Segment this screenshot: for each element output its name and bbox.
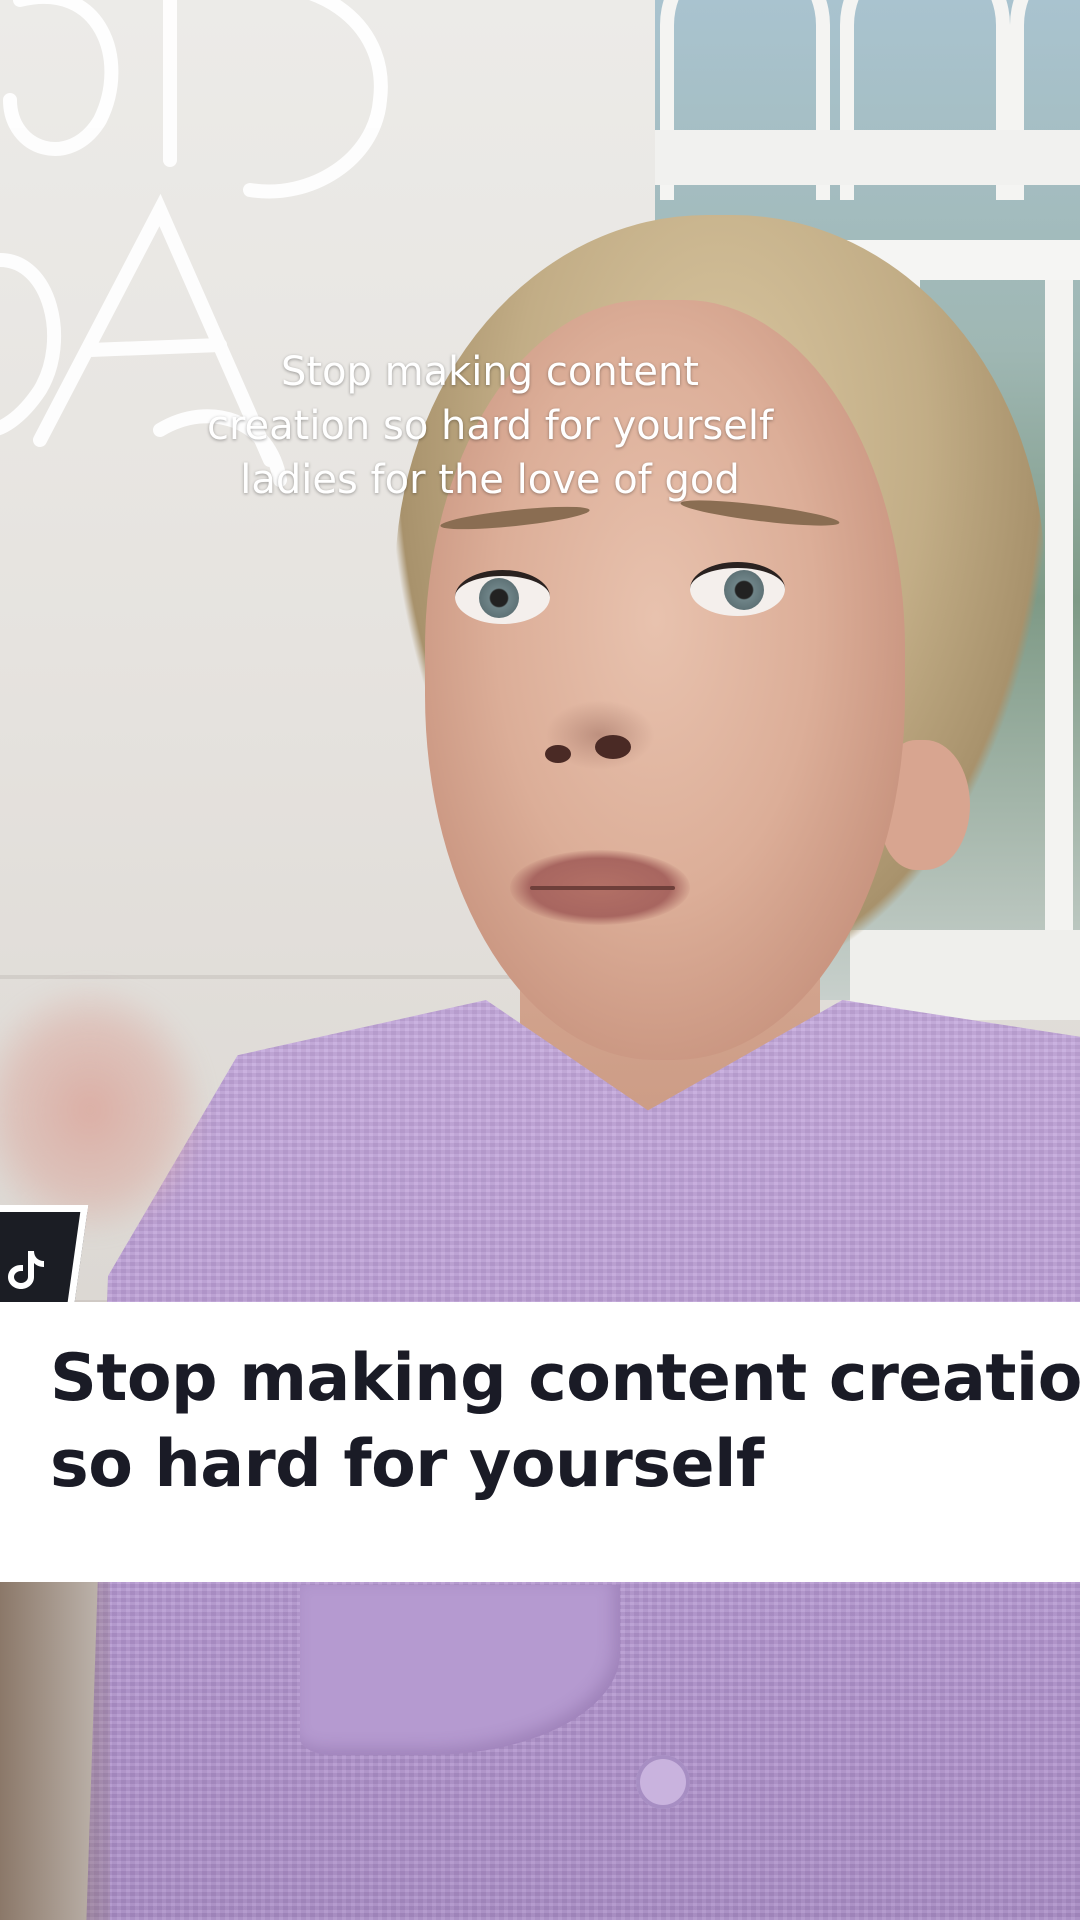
caption-line: creation so hard for yourself <box>206 403 774 449</box>
headline-line: Stop making content creation <box>50 1341 1080 1416</box>
video-caption-overlay: Stop making content creation so hard for… <box>140 345 840 507</box>
tiktok-logo-icon <box>8 1251 44 1289</box>
person-lip-line <box>530 886 675 890</box>
headline-title: Stop making content creation so hard for… <box>50 1336 1080 1508</box>
person-iris <box>724 570 764 610</box>
person-nostril <box>595 735 631 759</box>
person-nostril <box>545 745 571 763</box>
headline-card: Stop making content creation so hard for… <box>0 1302 1080 1582</box>
person-iris <box>479 578 519 618</box>
person-hand <box>0 980 210 1240</box>
person-eye <box>690 562 785 616</box>
background-shadow <box>0 1580 110 1920</box>
caption-line: ladies for the love of god <box>240 457 740 503</box>
window-frame <box>1045 280 1073 1000</box>
shirt-button <box>636 1755 690 1809</box>
headline-line: so hard for yourself <box>50 1427 764 1502</box>
window-frame <box>655 130 1080 185</box>
video-frame[interactable]: Stop making content creation so hard for… <box>0 0 1080 1920</box>
person-eye <box>455 570 550 624</box>
caption-line: Stop making content <box>280 349 699 395</box>
